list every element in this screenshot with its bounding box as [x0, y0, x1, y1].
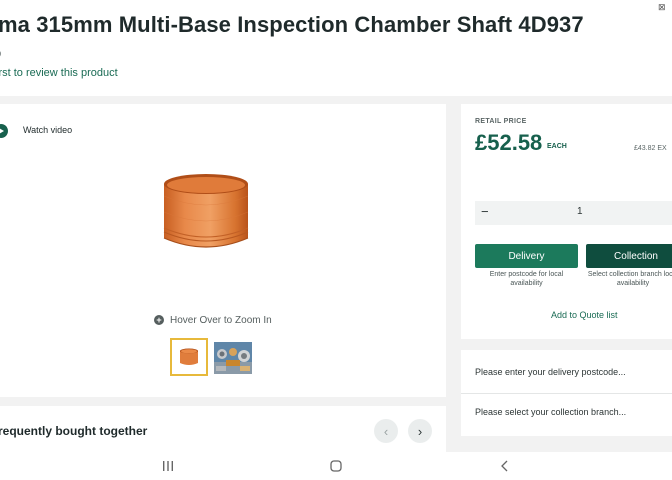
zoom-hint: + Hover Over to Zoom In	[154, 313, 272, 327]
thumbnail-2[interactable]	[214, 342, 252, 374]
product-header: ma 315mm Multi-Base Inspection Chamber S…	[0, 0, 672, 96]
collection-branch-prompt[interactable]: Please select your collection branch...	[475, 407, 626, 417]
price-ex-vat: £43.82 EX	[634, 145, 667, 152]
zoom-plus-icon: +	[154, 315, 164, 325]
quantity-decrease-button[interactable]: −	[481, 204, 489, 219]
delivery-button[interactable]: Delivery	[475, 244, 578, 268]
availability-card: Please enter your delivery postcode... P…	[461, 350, 672, 436]
price-unit: EACH	[547, 143, 567, 150]
delivery-hint: Enter postcode for local availability	[489, 271, 564, 287]
collection-button[interactable]: Collection	[586, 244, 672, 268]
retail-price-label: RETAIL PRICE	[475, 118, 527, 125]
close-icon[interactable]: ⊠	[658, 2, 668, 12]
review-link[interactable]: irst to review this product	[0, 67, 118, 79]
price-card: RETAIL PRICE £52.58 EACH £43.82 EX − 1 +…	[461, 104, 672, 339]
recents-button[interactable]	[160, 458, 176, 474]
thumbnail-image	[180, 348, 198, 365]
quantity-stepper[interactable]: − 1 +	[475, 201, 672, 225]
price-value: £52.58	[475, 130, 543, 155]
thumbnail-image	[214, 342, 252, 374]
watch-video-link[interactable]: Watch video	[23, 125, 72, 135]
carousel-next-button[interactable]: ›	[408, 419, 432, 443]
home-button[interactable]	[328, 458, 344, 474]
page-title: ma 315mm Multi-Base Inspection Chamber S…	[0, 12, 584, 37]
product-media-card: Watch video + Hover Over to Zoom In	[0, 104, 446, 397]
zoom-hint-text: Hover Over to Zoom In	[170, 314, 272, 326]
carousel-prev-button[interactable]: ‹	[374, 419, 398, 443]
divider	[461, 393, 672, 394]
system-nav-bar	[0, 452, 672, 480]
back-icon	[501, 460, 508, 472]
delivery-postcode-prompt[interactable]: Please enter your delivery postcode...	[475, 367, 626, 377]
frequently-bought-card: requently bought together ‹ ›	[0, 406, 446, 452]
collection-hint: Select collection branch local availabil…	[587, 271, 672, 287]
product-image[interactable]	[160, 172, 252, 256]
thumbnail-1[interactable]	[170, 338, 208, 376]
chevron-right-icon: ›	[417, 423, 423, 439]
recents-icon	[163, 461, 173, 471]
play-icon[interactable]	[0, 124, 8, 138]
back-button[interactable]	[497, 458, 513, 474]
quantity-input[interactable]: 1	[577, 206, 583, 217]
home-icon	[330, 460, 342, 472]
add-to-quote-link[interactable]: Add to Quote list	[551, 310, 618, 320]
rating-count: 0	[0, 49, 1, 59]
chevron-left-icon: ‹	[383, 423, 389, 439]
section-title: requently bought together	[0, 424, 148, 438]
